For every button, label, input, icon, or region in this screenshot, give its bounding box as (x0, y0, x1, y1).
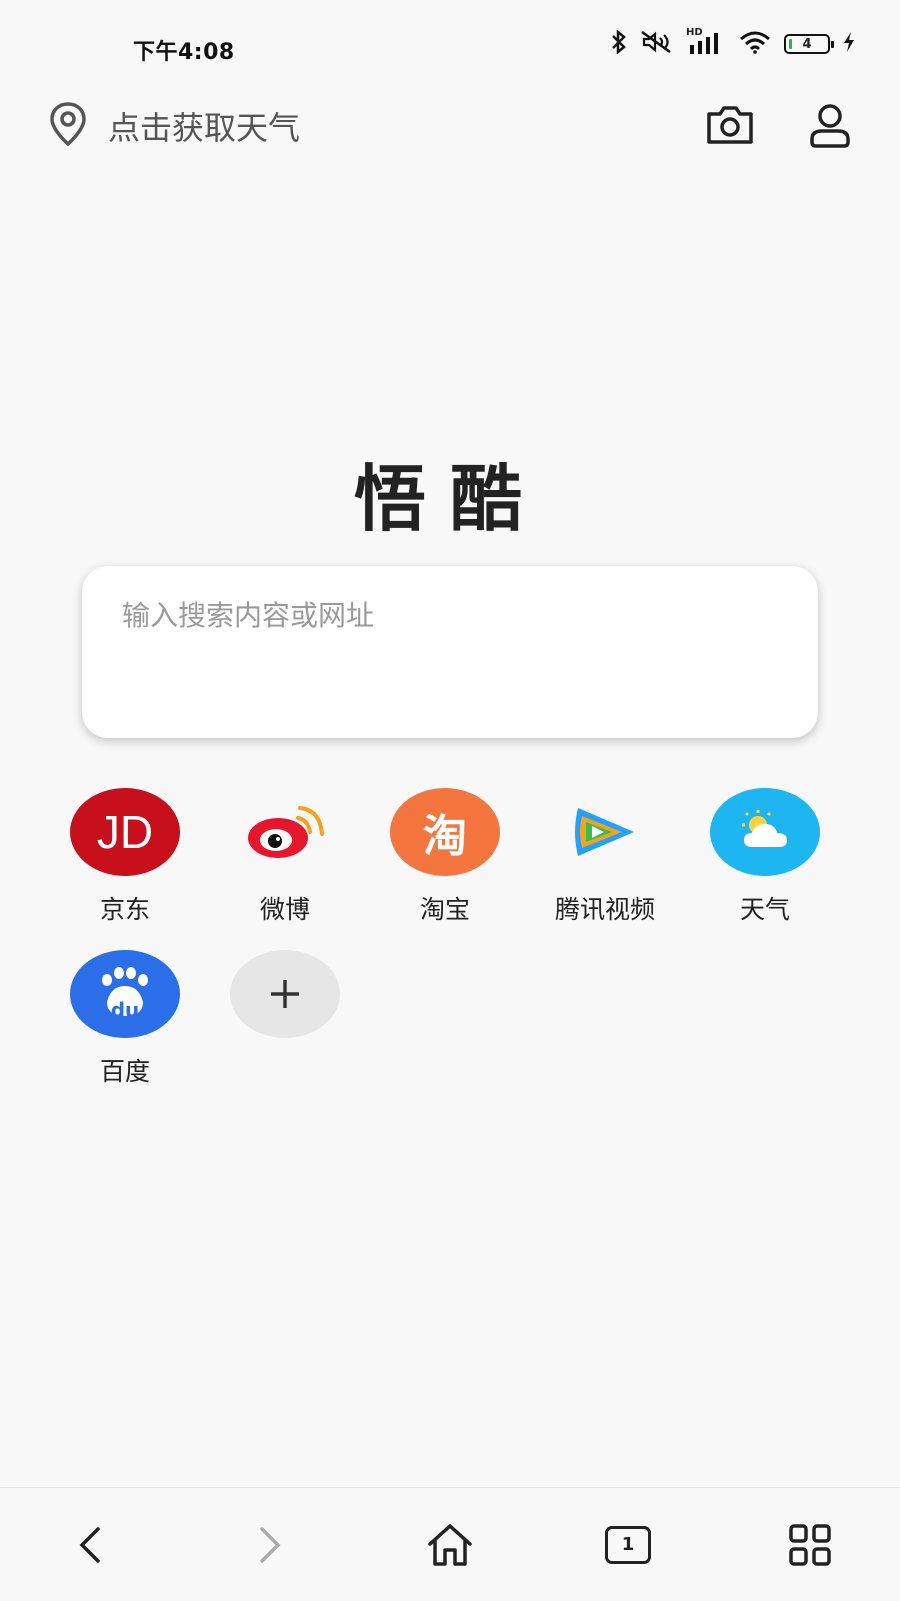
mute-icon (640, 30, 674, 58)
user-icon[interactable] (805, 100, 855, 150)
search-box[interactable] (82, 566, 818, 738)
wifi-icon (738, 30, 772, 58)
add-icon (230, 950, 340, 1038)
jd-icon-text: JD (96, 806, 154, 858)
weibo-icon (230, 788, 340, 876)
bluetooth-icon (610, 29, 628, 58)
camera-icon[interactable] (705, 100, 755, 150)
baidu-icon-text: du (110, 998, 140, 1022)
tabs-icon[interactable]: 1 (583, 1488, 673, 1601)
jd-icon: JD (70, 788, 180, 876)
signal-icon: HD (686, 27, 726, 57)
location-pin-icon (46, 100, 90, 152)
add-shortcut-button[interactable] (205, 950, 365, 1038)
status-time: 下午4:08 (133, 40, 235, 65)
shortcut-weibo[interactable]: 微博 (205, 788, 365, 926)
search-input[interactable] (120, 598, 784, 633)
shortcut-label: 微博 (259, 895, 310, 924)
shortcut-label: 淘宝 (419, 895, 470, 924)
charging-icon (842, 31, 856, 57)
baidu-icon: du (70, 950, 180, 1038)
tab-count: 1 (621, 1534, 635, 1555)
tencent-video-icon (550, 788, 660, 876)
shortcut-label: 腾讯视频 (554, 895, 655, 924)
shortcut-jd[interactable]: JD 京东 (45, 788, 205, 926)
battery-icon: 4 (784, 34, 834, 54)
status-icons: HD 4 (610, 27, 856, 58)
shortcut-label: 百度 (99, 1057, 150, 1086)
shortcut-tencent-video[interactable]: 腾讯视频 (525, 788, 685, 926)
weather-button[interactable]: 点击获取天气 (46, 100, 300, 152)
home-icon[interactable] (405, 1488, 495, 1601)
shortcut-baidu[interactable]: du 百度 (45, 950, 205, 1088)
logo-text: 悟酷 (353, 457, 546, 541)
weather-icon (710, 788, 820, 876)
taobao-icon: 淘 (390, 788, 500, 876)
shortcut-taobao[interactable]: 淘 淘宝 (365, 788, 525, 926)
menu-grid-icon[interactable] (765, 1488, 855, 1601)
shortcut-weather[interactable]: 天气 (685, 788, 845, 926)
shortcut-label: 天气 (739, 895, 790, 924)
bottom-nav: 1 (0, 1487, 900, 1601)
forward-icon[interactable] (226, 1488, 316, 1601)
tabs-count-box: 1 (605, 1525, 651, 1564)
weather-text: 点击获取天气 (108, 109, 301, 147)
back-icon[interactable] (44, 1488, 134, 1601)
shortcut-label: 京东 (99, 895, 150, 924)
battery-level: 4 (802, 36, 812, 52)
taobao-icon-text: 淘 (423, 811, 467, 862)
